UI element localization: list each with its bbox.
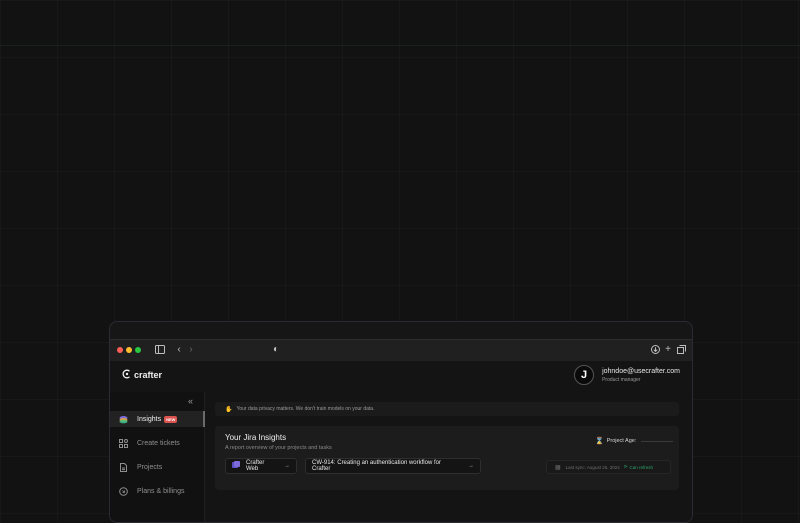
sidebar-item-projects[interactable]: Projects <box>110 459 203 475</box>
document-icon <box>118 462 128 472</box>
sync-status-text: Can refresh <box>629 464 654 470</box>
calendar-icon: ▦ <box>555 464 561 471</box>
sidebar-item-insights[interactable]: Insights NEW <box>110 411 205 427</box>
ticket-selector-label: CW-914: Creating an authentication workf… <box>312 460 441 472</box>
chevron-left-icon[interactable]: ‹ <box>174 345 184 355</box>
maximize-window-button[interactable] <box>135 347 141 353</box>
new-badge: NEW <box>164 415 178 423</box>
arrow-right-icon: → <box>284 463 290 469</box>
crafter-logo-icon <box>122 369 132 381</box>
privacy-notice: ✋ Your data privacy matters. We don't tr… <box>215 402 679 416</box>
browser-toolbar: ‹ › ◐ + <box>110 339 692 362</box>
project-selector[interactable]: Crafter Web → <box>225 458 297 474</box>
minimize-window-button[interactable] <box>126 347 132 353</box>
sidebar-item-label: Plans & billings <box>137 487 185 495</box>
ticket-selector[interactable]: CW-914: Creating an authentication workf… <box>305 458 481 474</box>
header-divider <box>0 45 800 46</box>
billing-icon <box>118 486 128 496</box>
sidebar-item-label: Insights <box>137 415 162 423</box>
refresh-icon: ⟳ <box>623 464 628 469</box>
project-selector-label: Crafter Web <box>246 460 265 472</box>
close-window-button[interactable] <box>117 347 123 353</box>
sidebar-item-create-tickets[interactable]: Create tickets <box>110 435 203 451</box>
sidebar: « Insights NEW Create tickets Projects P… <box>110 392 205 522</box>
sidebar-item-label: Create tickets <box>137 439 180 447</box>
project-icon <box>232 461 240 471</box>
logo-text: crafter <box>134 370 163 380</box>
arrow-right-icon: → <box>468 463 474 469</box>
jira-insights-card: Your Jira Insights A report overview of … <box>215 426 679 490</box>
project-age-value-line <box>641 440 674 442</box>
user-role: Product manager <box>602 376 641 383</box>
privacy-notice-text: Your data privacy matters. We don't trai… <box>236 406 375 412</box>
grid-icon <box>118 438 128 448</box>
user-email: johndoe@usecrafter.com <box>602 367 680 375</box>
hourglass-icon: ⌛ <box>595 438 604 445</box>
browser-window: ‹ › ◐ + crafter J johndoe@usecrafter.com… <box>109 321 693 523</box>
project-age-label: Project Age: <box>606 438 637 444</box>
plus-icon[interactable]: + <box>663 345 673 355</box>
sync-status[interactable]: ▦ Last sync: August 26, 2024 ⟳ Can refre… <box>546 460 671 474</box>
shield-icon[interactable]: ◐ <box>271 345 281 355</box>
main-content: ✋ Your data privacy matters. We don't tr… <box>205 392 692 522</box>
crafter-logo[interactable]: crafter <box>122 369 162 381</box>
chevron-right-icon[interactable]: › <box>186 345 196 355</box>
card-subtitle: A report overview of your projects and t… <box>225 445 332 451</box>
collapse-sidebar-icon[interactable]: « <box>188 396 193 406</box>
user-profile[interactable]: J johndoe@usecrafter.com Product manager <box>574 365 680 385</box>
layers-icon <box>118 414 128 424</box>
download-icon[interactable] <box>650 345 660 355</box>
last-sync-text: Last sync: August 26, 2024 <box>565 464 620 470</box>
sidebar-icon[interactable] <box>155 345 165 355</box>
sidebar-item-plans-billings[interactable]: Plans & billings <box>110 483 203 499</box>
app-container: crafter J johndoe@usecrafter.com Product… <box>110 361 692 522</box>
tabs-icon[interactable] <box>676 345 686 355</box>
avatar[interactable]: J <box>574 365 595 385</box>
hand-icon: ✋ <box>225 406 233 413</box>
sidebar-item-label: Projects <box>137 463 163 471</box>
card-title: Your Jira Insights <box>225 433 287 442</box>
project-age: ⌛ Project Age: <box>595 437 674 445</box>
